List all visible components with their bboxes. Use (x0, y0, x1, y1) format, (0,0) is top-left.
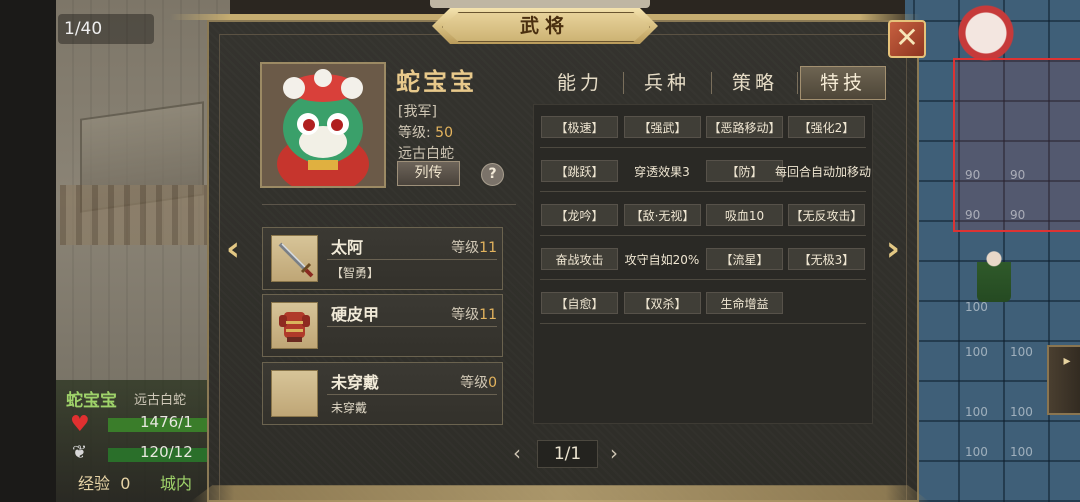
ally-avatar[interactable] (957, 4, 1015, 62)
top-handle (430, 0, 650, 8)
tab-ability[interactable]: 能力 (545, 68, 615, 98)
hero-name: 蛇宝宝 (396, 67, 477, 96)
equipment-name: 太阿 (331, 238, 364, 257)
snake-mascot-icon (262, 64, 384, 186)
row-divider (540, 323, 866, 324)
exp-label: 经验 0 (78, 474, 131, 493)
skill-tag[interactable]: 【龙吟】 (541, 204, 618, 226)
equipment-level: 等级0 (460, 375, 497, 391)
close-x-icon: ✕ (895, 21, 919, 54)
skill-tag[interactable]: 穿透效果3 (622, 160, 702, 182)
equipment-slot-weapon[interactable]: 太阿 等级11 【智勇】 (262, 227, 503, 290)
skill-tag[interactable]: 【自愈】 (541, 292, 618, 314)
skill-tag[interactable]: 攻守自如20% (622, 248, 702, 270)
tile-number: 100 (1010, 445, 1033, 459)
hero-level-value: 50 (435, 125, 453, 141)
skill-tag[interactable]: 【流星】 (706, 248, 783, 270)
empty-slot-icon (271, 370, 318, 417)
skill-tag[interactable]: 【强武】 (624, 116, 701, 138)
page-prev-icon[interactable]: ‹ (513, 441, 521, 465)
row-divider (540, 191, 866, 192)
attack-range-zone (953, 58, 1080, 232)
equipment-name: 未穿戴 (331, 373, 380, 392)
tile-number: 100 (965, 345, 988, 359)
side-menu-button[interactable]: ▸ (1047, 345, 1080, 415)
tab-separator (711, 72, 712, 94)
next-hero-arrow-icon[interactable]: › (886, 229, 900, 269)
skill-tag[interactable]: 【强化2】 (788, 116, 865, 138)
wooden-fence (60, 185, 230, 245)
tab-troop-type[interactable]: 兵种 (632, 68, 702, 98)
page-next-icon[interactable]: › (610, 441, 618, 465)
divider (262, 204, 516, 205)
unit-name: 蛇宝宝 (66, 391, 117, 411)
skill-tag[interactable]: 【敌·无视】 (624, 204, 701, 226)
mp-value: 120/12 (140, 443, 193, 461)
soldier-sprite[interactable] (977, 248, 1011, 302)
skill-tag[interactable]: 【跳跃】 (541, 160, 618, 182)
exp-value: 0 (120, 474, 131, 493)
tile-number: 100 (965, 405, 988, 419)
skill-tag[interactable]: 【无反攻击】 (788, 204, 865, 226)
row-divider (540, 279, 866, 280)
skill-tag[interactable]: 生命增益 (706, 292, 783, 314)
page-indicator: 1/1 (537, 440, 598, 468)
tile-number: 90 (965, 208, 981, 222)
equipment-slot-accessory[interactable]: 未穿戴 等级0 未穿戴 (262, 362, 503, 425)
skill-tag[interactable]: 奋战攻击 (541, 248, 618, 270)
tile-number: 100 (965, 445, 988, 459)
hero-portrait (260, 62, 386, 188)
dialog-title: 武将 (519, 15, 570, 37)
equipment-attribute: 【智勇】 (331, 266, 380, 280)
wing-icon: ❦ (72, 442, 88, 463)
biography-button[interactable]: 列传 (397, 161, 460, 186)
screen-edge (0, 0, 56, 502)
prev-hero-arrow-icon[interactable]: ‹ (226, 229, 240, 269)
unit-location: 城内 (160, 474, 193, 493)
row-divider (540, 147, 866, 148)
tile-number: 90 (965, 168, 981, 182)
tile-number: 100 (965, 300, 988, 314)
hero-faction: [我军] (398, 104, 437, 120)
tile-number: 100 (1010, 405, 1033, 419)
equipment-level: 等级11 (451, 307, 497, 323)
skill-tag[interactable]: 吸血10 (706, 204, 783, 226)
tab-separator (623, 72, 624, 94)
sword-icon (271, 235, 318, 282)
divider (327, 326, 497, 327)
tab-separator (797, 72, 798, 94)
unit-type: 远古白蛇 (134, 393, 187, 408)
skill-tag[interactable]: 每回合自动加移动 (772, 160, 874, 182)
hero-unit-type: 远古白蛇 (398, 146, 454, 162)
map-background-right: 90 90 90 90 100 100 100 100 100 100 100 … (905, 0, 1080, 502)
equipment-slot-armor[interactable]: 硬皮甲 等级11 (262, 294, 503, 357)
hero-level: 等级: 50 (398, 125, 453, 141)
tab-special-skills[interactable]: 特技 (800, 66, 886, 100)
turn-counter: 1/40 (58, 14, 154, 44)
tile-number: 90 (1010, 208, 1026, 222)
tile-number: 100 (1010, 345, 1033, 359)
help-button[interactable]: ? (481, 163, 504, 186)
hp-value: 1476/1 (140, 413, 193, 431)
heart-icon: ♥ (70, 412, 90, 437)
armor-icon (271, 302, 318, 349)
equipment-level: 等级11 (451, 240, 497, 256)
selected-unit-panel: 蛇宝宝 远古白蛇 ♥ 1476/1 ❦ 120/12 经验 0 城内 (56, 380, 226, 502)
close-button[interactable]: ✕ (888, 20, 926, 58)
tab-strategy[interactable]: 策略 (720, 68, 790, 98)
skill-tag[interactable]: 【极速】 (541, 116, 618, 138)
equipment-name: 硬皮甲 (331, 305, 380, 324)
tile-number: 90 (1010, 168, 1026, 182)
equipment-attribute: 未穿戴 (331, 401, 368, 415)
divider (327, 394, 497, 395)
row-divider (540, 235, 866, 236)
skill-tag[interactable]: 【恶路移动】 (706, 116, 783, 138)
divider (327, 259, 497, 260)
skill-tag[interactable]: 【双杀】 (624, 292, 701, 314)
skill-tag[interactable]: 【无极3】 (788, 248, 865, 270)
